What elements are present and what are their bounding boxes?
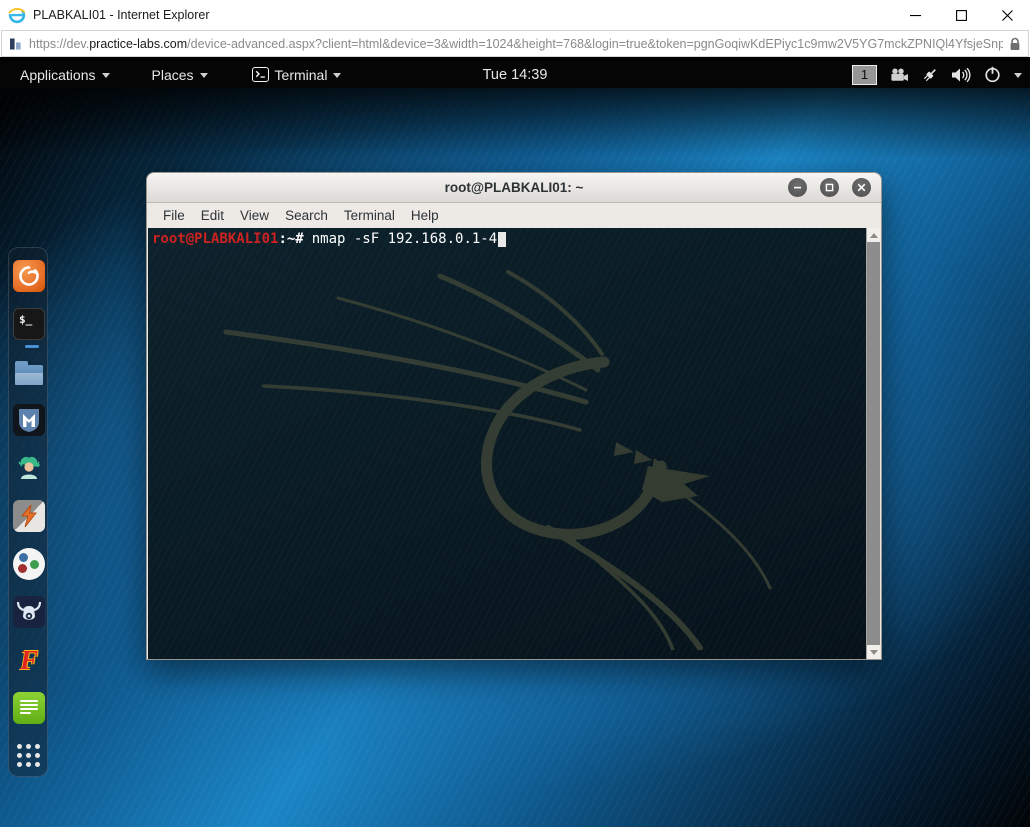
favorites-dock: $_ F — [8, 247, 48, 777]
terminal-cursor — [498, 232, 507, 247]
terminal-close-button[interactable] — [852, 178, 871, 197]
command-text: nmap -sF 192.168.0.1-4 — [311, 231, 498, 247]
ie-window-bottom-border — [0, 827, 1030, 833]
minimize-icon — [909, 14, 921, 16]
kali-dragon-icon — [223, 270, 772, 650]
ie-titlebar: PLABKALI01 - Internet Explorer — [0, 0, 1030, 30]
url-path: /device-advanced.aspx?client=html&device… — [187, 36, 1003, 51]
notes-icon — [13, 692, 45, 724]
minimize-button[interactable] — [892, 0, 938, 30]
mantra-bull-icon — [13, 596, 45, 628]
terminal-screen[interactable]: root@PLABKALI01:~# nmap -sF 192.168.0.1-4 — [148, 228, 866, 659]
applications-label: Applications — [20, 66, 96, 83]
menu-help[interactable]: Help — [403, 208, 447, 223]
url-prefix: https://dev. — [29, 36, 90, 51]
menu-edit[interactable]: Edit — [193, 208, 232, 223]
dock-item-burpsuite[interactable] — [12, 499, 46, 533]
terminal-titlebar[interactable]: root@PLABKALI01: ~ — [147, 173, 881, 203]
running-indicator — [25, 345, 39, 348]
workspace-indicator[interactable]: 1 — [852, 64, 877, 85]
lock-icon — [1010, 37, 1020, 50]
close-icon — [857, 183, 866, 192]
ie-logo-icon — [8, 6, 26, 24]
dock-item-terminal[interactable]: $_ — [12, 307, 46, 348]
menu-search[interactable]: Search — [277, 208, 336, 223]
chevron-down-icon[interactable] — [1014, 73, 1022, 78]
places-label: Places — [151, 66, 194, 83]
chevron-down-icon — [333, 73, 342, 78]
prompt-user: root@PLABKALI01 — [152, 231, 279, 247]
menu-view[interactable]: View — [232, 208, 277, 223]
files-icon — [15, 360, 43, 385]
dock-item-notes[interactable] — [12, 691, 46, 725]
camera-icon[interactable] — [890, 68, 909, 82]
burpsuite-icon — [13, 500, 45, 532]
gnome-top-panel: Applications Places Terminal Tue 14:39 1 — [0, 61, 1030, 88]
volume-icon[interactable] — [951, 67, 971, 83]
app-grid-icon — [17, 744, 41, 768]
prompt-path: :~# — [278, 231, 304, 247]
firefox-icon — [13, 260, 45, 292]
places-menu[interactable]: Places — [142, 61, 218, 88]
terminal-title: root@PLABKALI01: ~ — [444, 180, 584, 195]
terminal-minimize-button[interactable] — [788, 178, 807, 197]
prompt-line: root@PLABKALI01:~# nmap -sF 192.168.0.1-4 — [148, 228, 866, 251]
dock-item-files[interactable] — [12, 355, 46, 389]
terminal-app-icon — [251, 67, 269, 82]
faraday-icon: F — [19, 644, 38, 675]
menu-terminal[interactable]: Terminal — [336, 208, 403, 223]
dock-item-metasploit[interactable] — [12, 403, 46, 437]
panel-clock[interactable]: Tue 14:39 — [483, 67, 548, 83]
close-button[interactable] — [984, 0, 1030, 30]
address-bar: https://dev.practice-labs.com/device-adv… — [1, 30, 1029, 57]
power-icon[interactable] — [984, 66, 1001, 83]
chevron-down-icon — [199, 73, 208, 78]
minimize-icon — [794, 186, 801, 189]
dock-item-faraday[interactable]: F — [12, 643, 46, 677]
scroll-down-button[interactable] — [867, 645, 880, 659]
site-favicon-icon — [10, 38, 21, 49]
terminal-menubar: File Edit View Search Terminal Help — [147, 203, 881, 227]
maximize-button[interactable] — [938, 0, 984, 30]
arrow-up-icon — [869, 232, 878, 238]
dock-item-beef[interactable] — [12, 547, 46, 581]
arrow-down-icon — [869, 649, 878, 655]
terminal-app-menu[interactable]: Terminal — [242, 61, 352, 88]
network-plug-icon[interactable] — [922, 67, 938, 83]
window-title: PLABKALI01 - Internet Explorer — [33, 8, 210, 22]
system-tray: 1 — [852, 61, 1022, 88]
terminal-scrollbar[interactable] — [866, 228, 880, 659]
scrollbar-thumb[interactable] — [867, 242, 880, 645]
dock-item-armitage[interactable] — [12, 451, 46, 485]
terminal-icon: $_ — [13, 308, 45, 340]
maximize-icon — [825, 183, 834, 192]
beef-dot-green — [30, 560, 39, 569]
chevron-down-icon — [101, 73, 110, 78]
close-icon — [1001, 9, 1013, 21]
dock-item-firefox[interactable] — [12, 259, 46, 293]
beef-icon — [13, 548, 45, 580]
terminal-menu-label: Terminal — [274, 66, 328, 83]
armitage-icon — [13, 452, 45, 484]
url-domain: practice-labs.com — [89, 36, 188, 51]
beef-dot-blue — [19, 553, 28, 562]
dock-item-mantra[interactable] — [12, 595, 46, 629]
applications-menu[interactable]: Applications — [10, 61, 120, 88]
terminal-window: root@PLABKALI01: ~ File Edit View Search… — [146, 172, 882, 660]
metasploit-icon — [13, 404, 45, 436]
url-input[interactable]: https://dev.practice-labs.com/device-adv… — [29, 37, 1003, 51]
dock-item-show-applications[interactable] — [12, 739, 46, 773]
menu-file[interactable]: File — [155, 208, 193, 223]
terminal-maximize-button[interactable] — [820, 178, 839, 197]
scroll-up-button[interactable] — [867, 228, 880, 242]
maximize-icon — [955, 9, 967, 21]
beef-dot-red — [18, 564, 27, 573]
